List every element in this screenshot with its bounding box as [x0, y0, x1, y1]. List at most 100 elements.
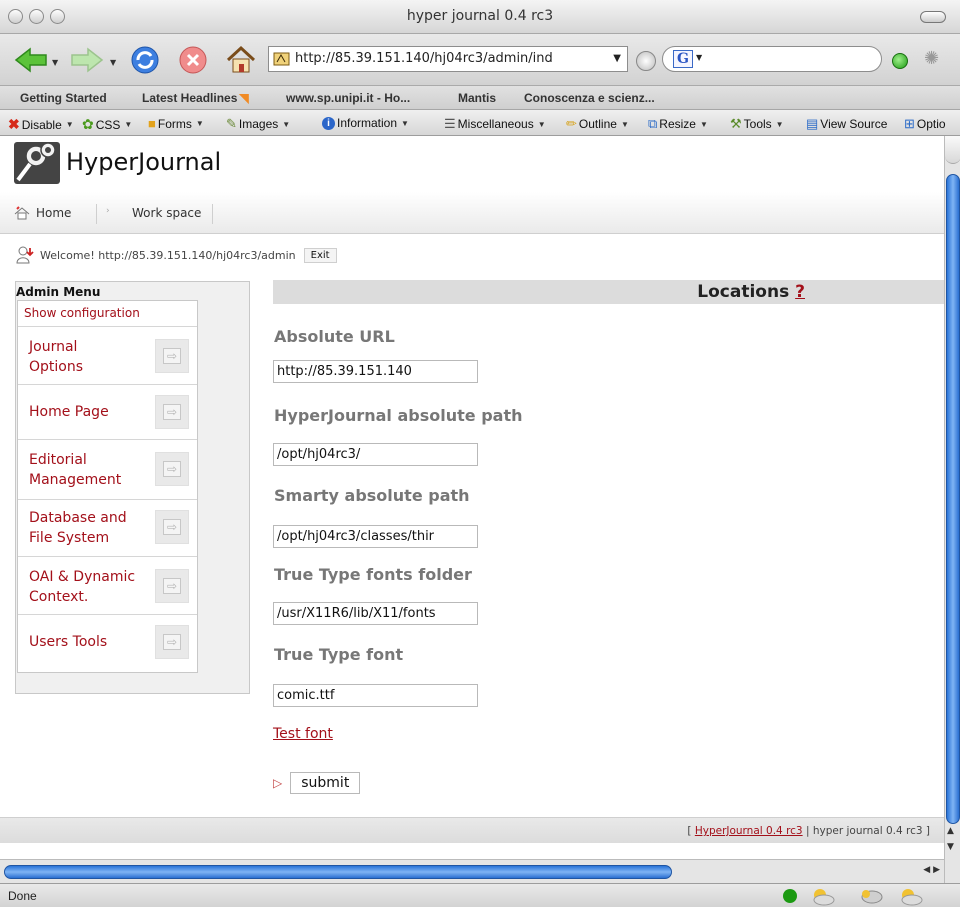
admin-menu-item-editorial-management[interactable]: Editorial Management ⇨ [18, 440, 197, 500]
toolbar-toggle-button[interactable] [920, 11, 946, 23]
scrollbar-top-cap [945, 136, 960, 164]
welcome-bar: Welcome! http://85.39.151.140/hj04rc3/ad… [16, 246, 337, 264]
forward-button[interactable] [70, 44, 104, 76]
test-font-link[interactable]: Test font [273, 726, 333, 742]
breadcrumb-workspace[interactable]: Work space [132, 206, 201, 220]
submit-row: ▷ submit [273, 772, 361, 794]
admin-menu-item-line: Journal [29, 339, 78, 355]
weather-sun-cloud-icon [901, 889, 923, 906]
forward-history-dropdown[interactable]: ▼ [110, 58, 116, 67]
horizontal-scrollbar[interactable]: ◀ ▶ [0, 859, 944, 883]
footer-separator: | [805, 825, 810, 837]
disable-icon: ✖ [8, 116, 20, 132]
stop-button[interactable] [176, 44, 210, 76]
dev-tools-menu[interactable]: ⚒ Tools ▼ [730, 116, 784, 132]
absolute-url-label: Absolute URL [274, 327, 395, 346]
search-engine-dropdown[interactable]: ▼ [696, 53, 702, 62]
admin-menu-item-journal-options[interactable]: Journal Options ⇨ [18, 327, 197, 385]
admin-menu-item-line: OAI & Dynamic [29, 569, 136, 585]
bookmark-latest-headlines[interactable]: Latest Headlines ◥ [142, 91, 249, 105]
dev-menu-label: Disable [21, 117, 62, 132]
bookmark-getting-started[interactable]: Getting Started [20, 91, 107, 105]
stop-icon [179, 46, 207, 74]
breadcrumb: Home › Work space [0, 192, 944, 234]
scroll-up-icon[interactable]: ▲ [947, 826, 954, 836]
vertical-scroll-thumb[interactable] [946, 174, 960, 824]
dev-forms-menu[interactable]: ■ Forms ▼ [148, 116, 204, 131]
images-icon: ✎ [226, 116, 237, 131]
welcome-text: Welcome! http://85.39.151.140/hj04rc3/ad… [40, 248, 296, 262]
ttf-font-input[interactable]: comic.ttf [273, 684, 478, 707]
absolute-url-input[interactable]: http://85.39.151.140 [273, 360, 478, 383]
dev-information-menu[interactable]: i Information ▼ [322, 116, 409, 130]
chevron-down-icon: ▼ [195, 119, 204, 128]
arrow-right-icon: ⇨ [163, 634, 181, 650]
show-configuration-link[interactable]: Show configuration [18, 301, 197, 327]
address-text: http://85.39.151.140/hj04rc3/admin/ind [295, 51, 553, 66]
hyperjournal-path-input[interactable]: /opt/hj04rc3/ [273, 443, 478, 466]
dev-miscellaneous-menu[interactable]: ☰ Miscellaneous ▼ [444, 116, 546, 132]
dev-css-menu[interactable]: ✿ CSS ▼ [82, 116, 132, 133]
admin-menu-item-arrow[interactable]: ⇨ [155, 625, 189, 659]
admin-menu-item-database-file-system[interactable]: Database and File System ⇨ [18, 500, 197, 557]
bookmark-sp-unipi[interactable]: www.sp.unipi.it - Ho... [286, 91, 410, 105]
chevron-down-icon: ▼ [124, 120, 133, 129]
bookmark-conoscenza[interactable]: Conoscenza e scienz... [524, 91, 655, 105]
dev-outline-menu[interactable]: ✏ Outline ▼ [566, 116, 629, 132]
dev-options-menu[interactable]: ⊞ Optio [904, 116, 946, 132]
back-button[interactable] [14, 44, 48, 76]
scroll-down-icon[interactable]: ▼ [947, 842, 954, 852]
admin-menu-item-arrow[interactable]: ⇨ [155, 569, 189, 603]
search-box[interactable]: G ▼ [662, 46, 882, 72]
admin-menu-list: Show configuration Journal Options ⇨ Hom… [17, 300, 198, 673]
google-engine-icon[interactable]: G [673, 50, 693, 68]
admin-menu-title: Admin Menu [16, 285, 101, 299]
locations-header: Locations ? [273, 280, 944, 304]
go-button[interactable] [636, 51, 656, 71]
dev-images-menu[interactable]: ✎ Images ▼ [226, 116, 290, 132]
dev-menu-label: Information [337, 116, 398, 130]
submit-button[interactable]: submit [290, 772, 361, 794]
rss-icon: ◥ [239, 91, 249, 105]
ttf-folder-input[interactable]: /usr/X11R6/lib/X11/fonts [273, 602, 478, 625]
footer-bracket-open: [ [687, 825, 692, 837]
smarty-path-label: Smarty absolute path [274, 486, 470, 505]
back-history-dropdown[interactable]: ▼ [52, 58, 58, 67]
forms-lock-icon: ■ [148, 116, 156, 131]
admin-menu-item-home-page[interactable]: Home Page ⇨ [18, 385, 197, 440]
help-link[interactable]: ? [795, 282, 805, 302]
horizontal-scroll-thumb[interactable] [4, 865, 672, 879]
exit-button[interactable]: Exit [303, 247, 337, 263]
admin-menu-item-arrow[interactable]: ⇨ [155, 452, 189, 486]
admin-menu-item-arrow[interactable]: ⇨ [155, 339, 189, 373]
reload-icon [131, 46, 159, 74]
admin-menu-item-label: Home Page [29, 404, 109, 420]
footer-version-text: hyper journal 0.4 rc3 [812, 825, 923, 837]
smarty-path-input[interactable]: /opt/hj04rc3/classes/thir [273, 525, 478, 548]
admin-menu-item-users-tools[interactable]: Users Tools ⇨ [18, 615, 197, 672]
admin-menu-item-label: OAI & Dynamic Context. [29, 567, 135, 607]
reload-button[interactable] [128, 44, 162, 76]
title-bar: hyper journal 0.4 rc3 [0, 0, 960, 34]
dev-view-source-menu[interactable]: ▤ View Source [806, 116, 887, 132]
breadcrumb-home[interactable]: Home [14, 206, 71, 220]
dev-disable-menu[interactable]: ✖ Disable ▼ [8, 116, 74, 133]
home-button[interactable] [224, 44, 258, 76]
admin-menu-item-arrow[interactable]: ⇨ [155, 510, 189, 544]
bookmark-mantis[interactable]: Mantis [458, 91, 496, 105]
breadcrumb-label: Work space [132, 206, 202, 220]
submit-arrow-icon: ▷ [273, 776, 283, 790]
address-history-dropdown[interactable]: ▼ [613, 53, 621, 64]
footer-hyperjournal-link[interactable]: HyperJournal 0.4 rc3 [695, 825, 803, 837]
admin-menu-item-line: Database and [29, 510, 127, 526]
address-bar[interactable]: http://85.39.151.140/hj04rc3/admin/ind ▼ [268, 46, 628, 72]
scroll-left-right-icon[interactable]: ◀ ▶ [923, 865, 940, 875]
dev-menu-label: Resize [659, 117, 696, 131]
chevron-down-icon: ▼ [775, 119, 784, 129]
admin-menu-item-arrow[interactable]: ⇨ [155, 395, 189, 429]
vertical-scrollbar[interactable]: ▲ ▼ [944, 136, 960, 859]
dev-resize-menu[interactable]: ⧉ Resize ▼ [648, 116, 708, 132]
forward-arrow-icon [71, 47, 104, 73]
admin-menu-item-oai-dynamic-context[interactable]: OAI & Dynamic Context. ⇨ [18, 557, 197, 615]
dev-menu-label: Miscellaneous [457, 117, 534, 131]
